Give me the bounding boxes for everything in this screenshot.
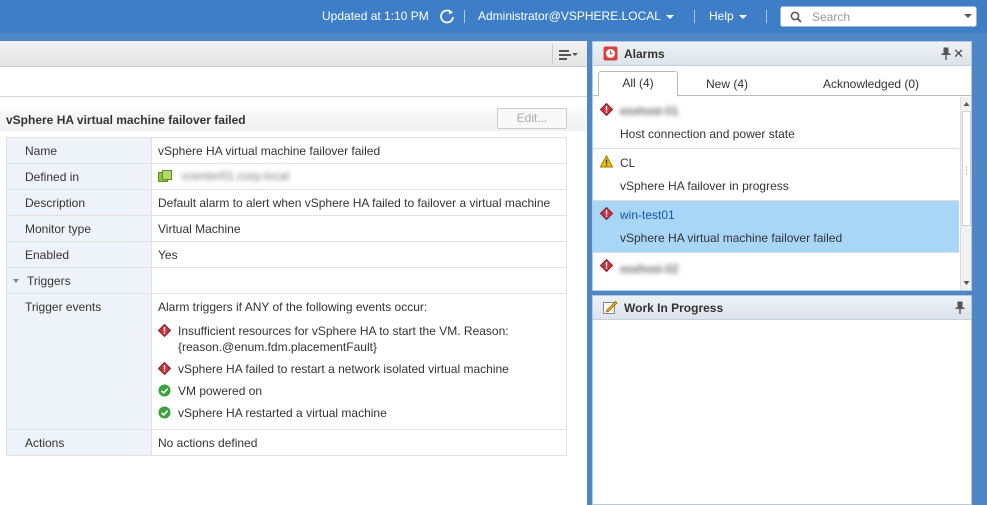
help-menu[interactable]: Help [709,9,747,23]
resize-grip-icon[interactable]: ⋮⋮ [962,165,979,176]
ok-icon [158,384,171,397]
alarm-tabs: All (4) New (4) Acknowledged (0) [593,66,971,97]
table-row: Triggers [6,267,567,294]
alert-icon [158,362,171,375]
updated-label: Updated at 1:10 PM [322,9,429,23]
trigger-intro: Alarm triggers if ANY of the following e… [158,300,428,314]
property-key: Actions [6,429,152,456]
alarm-target[interactable]: esxhost-01 [620,104,679,118]
pin-icon[interactable] [955,301,965,314]
user-label: Administrator@VSPHERE.LOCAL [478,9,661,23]
property-value: vSphere HA virtual machine failover fail… [151,137,567,164]
alarm-item[interactable]: CL vSphere HA failover in progress [593,149,959,201]
user-menu[interactable]: Administrator@VSPHERE.LOCAL [478,9,674,23]
pin-icon[interactable] [941,47,951,60]
trigger-event: vSphere HA failed to restart a network i… [158,361,566,377]
top-bar: Updated at 1:10 PM Administrator@VSPHERE… [0,0,987,33]
chevron-down-icon [665,14,674,19]
ok-icon [158,406,171,419]
divider [694,10,695,23]
table-row: Trigger events Alarm triggers if ANY of … [6,293,567,430]
alarm-item[interactable]: esxhost-02 [593,253,959,290]
alarm-description: Host connection and power state [620,127,795,141]
alert-icon [158,324,171,337]
search-input[interactable]: Search [812,10,850,24]
alarm-list: esxhost-01 Host connection and power sta… [593,97,959,290]
alarm-description: vSphere HA virtual machine failover fail… [620,231,843,245]
close-icon[interactable]: ✕ [953,46,964,62]
tab-all[interactable]: All (4) [598,71,678,97]
table-row: Enabled Yes [6,241,567,268]
property-value: No actions defined [151,429,567,456]
divider [766,10,767,23]
scroll-up-icon[interactable] [962,98,971,110]
work-in-progress-panel: Work In Progress [592,295,972,505]
alarm-item-selected[interactable]: win-test01 vSphere HA virtual machine fa… [593,201,959,253]
chevron-down-icon [572,53,578,56]
alert-icon [600,207,613,220]
table-row: Description Default alarm to alert when … [6,189,567,216]
panel-title: Alarms [624,47,665,61]
trigger-event-text: Insufficient resources for vSphere HA to… [178,324,509,338]
property-key: Enabled [6,241,152,268]
task-pencil-icon [603,300,618,314]
vcenter-icon [158,169,172,182]
help-label: Help [709,9,734,23]
table-row: Defined in vcenter01.corp.local [6,163,567,190]
property-value: Yes [151,241,567,268]
trigger-event-text: vSphere HA restarted a virtual machine [178,406,387,420]
search-icon [790,11,802,23]
alarm-item[interactable]: esxhost-01 Host connection and power sta… [593,97,959,149]
defined-in-link[interactable]: vcenter01.corp.local [181,169,288,183]
divider [464,10,465,23]
property-key: Description [6,189,152,216]
property-key: Triggers [27,273,71,288]
alarm-properties-table: Name vSphere HA virtual machine failover… [6,137,567,456]
tab-acknowledged[interactable]: Acknowledged (0) [823,77,919,91]
alarm-target[interactable]: esxhost-02 [620,262,679,276]
panel-title: Work In Progress [624,301,724,315]
alert-icon [600,103,613,116]
warning-icon [600,155,613,168]
edit-button[interactable]: Edit... [497,108,567,129]
search-box[interactable]: Search [780,6,977,27]
trigger-event: Insufficient resources for vSphere HA to… [158,323,566,355]
tab-new[interactable]: New (4) [706,77,748,91]
property-key: Trigger events [6,293,152,430]
chevron-down-icon [738,14,747,19]
table-row: Monitor type Virtual Machine [6,215,567,242]
alarm-clock-icon [603,46,618,61]
trigger-event: VM powered on [158,383,566,399]
trigger-event-text: {reason.@enum.fdm.placementFault} [178,340,377,354]
alarm-description: vSphere HA failover in progress [620,179,789,193]
property-value [151,267,567,294]
view-menu-button[interactable] [552,44,580,64]
property-key: Monitor type [6,215,152,242]
table-row: Actions No actions defined [6,429,567,456]
trigger-event-text: VM powered on [178,384,263,398]
alarm-list-scrollbar[interactable] [960,97,971,290]
table-row: Name vSphere HA virtual machine failover… [6,137,567,164]
property-key: Name [6,137,152,164]
alarm-target[interactable]: CL [620,156,635,170]
triggers-toggle[interactable]: Triggers [6,267,152,294]
toolbar-strip [0,67,587,97]
chevron-down-icon[interactable] [964,14,972,18]
alarm-target[interactable]: win-test01 [620,208,675,222]
wip-panel-header: Work In Progress [593,296,971,320]
alert-icon [600,259,613,272]
page-title: vSphere HA virtual machine failover fail… [6,113,246,127]
property-value: Virtual Machine [151,215,567,242]
scroll-down-icon[interactable] [962,277,971,289]
pane-header [0,41,587,67]
alarms-panel: Alarms ✕ All (4) New (4) Acknowledged (0… [592,41,972,291]
property-value: Default alarm to alert when vSphere HA f… [151,189,567,216]
trigger-event-text: vSphere HA failed to restart a network i… [178,362,509,376]
refresh-icon[interactable] [439,8,455,24]
alarms-panel-header: Alarms ✕ [593,42,971,66]
trigger-event: vSphere HA restarted a virtual machine [158,405,566,421]
chevron-down-icon [13,279,19,284]
property-key: Defined in [6,163,152,190]
